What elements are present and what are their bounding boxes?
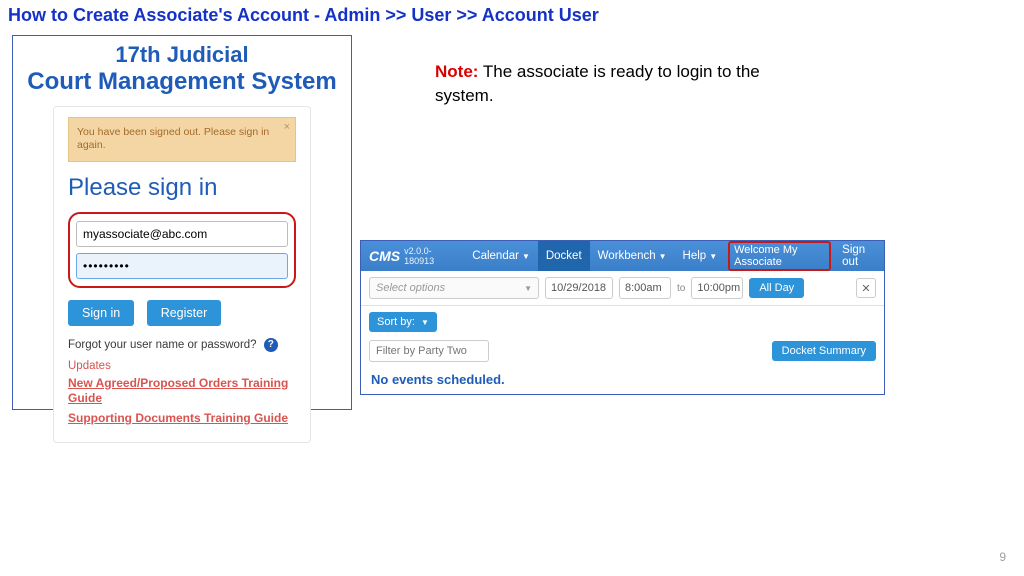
page-title: How to Create Associate's Account - Admi… [8, 5, 599, 26]
no-events-text: No events scheduled. [361, 370, 884, 395]
signout-link[interactable]: Sign out [834, 241, 884, 271]
filter-summary-row: Docket Summary [361, 338, 884, 370]
sort-label: Sort by: [377, 316, 415, 328]
cms-brand: CMS [361, 248, 404, 264]
cms-version: v2.0.0-180913 [404, 246, 450, 266]
note-body: The associate is ready to login to the s… [435, 62, 760, 105]
brand-line2: Court Management System [13, 68, 351, 96]
nav-calendar-label: Calendar [472, 250, 519, 262]
note-block: Note: The associate is ready to login to… [435, 60, 795, 108]
welcome-highlight: Welcome My Associate [728, 241, 831, 271]
sort-row: Sort by: ▼ [361, 306, 884, 338]
forgot-text[interactable]: Forgot your user name or password? [68, 339, 257, 351]
forgot-row: Forgot your user name or password? ? [68, 338, 296, 352]
help-icon[interactable]: ? [264, 338, 278, 352]
nav-calendar[interactable]: Calendar ▼ [464, 241, 538, 271]
to-label: to [677, 283, 685, 294]
chevron-down-icon: ▼ [524, 284, 532, 293]
date-input[interactable]: 10/29/2018 [545, 277, 613, 299]
updates-label: Updates [68, 360, 296, 372]
sort-by-button[interactable]: Sort by: ▼ [369, 312, 437, 332]
guide-link-1[interactable]: New Agreed/Proposed Orders Training Guid… [68, 376, 296, 407]
email-field[interactable] [76, 221, 288, 247]
all-day-button[interactable]: All Day [749, 278, 804, 298]
nav-workbench[interactable]: Workbench ▼ [590, 241, 675, 271]
docket-summary-button[interactable]: Docket Summary [772, 341, 876, 361]
time-from-input[interactable]: 8:00am [619, 277, 671, 299]
password-field[interactable] [76, 253, 288, 279]
nav-help-label: Help [683, 250, 707, 262]
nav-docket[interactable]: Docket [538, 241, 590, 271]
close-icon[interactable]: × [284, 121, 290, 135]
signin-heading: Please sign in [68, 174, 296, 202]
cms-screenshot: CMS v2.0.0-180913 Calendar ▼ Docket Work… [360, 240, 885, 395]
select-options-dropdown[interactable]: Select options ▼ [369, 277, 539, 299]
filter-party-input[interactable] [369, 340, 489, 362]
nav-docket-label: Docket [546, 250, 582, 262]
nav-workbench-label: Workbench [598, 250, 656, 262]
alert-text: You have been signed out. Please sign in… [77, 126, 269, 151]
chevron-down-icon: ▼ [421, 318, 429, 327]
signin-button[interactable]: Sign in [68, 300, 134, 326]
login-card: You have been signed out. Please sign in… [53, 106, 311, 443]
brand-line1: 17th Judicial [13, 42, 351, 68]
nav-help[interactable]: Help ▼ [675, 241, 726, 271]
brand-block: 17th Judicial Court Management System [13, 36, 351, 96]
time-to-input[interactable]: 10:00pm [691, 277, 743, 299]
credential-highlight [68, 212, 296, 288]
signout-alert: You have been signed out. Please sign in… [68, 117, 296, 161]
guide-link-2[interactable]: Supporting Documents Training Guide [68, 411, 296, 427]
register-button[interactable]: Register [147, 300, 222, 326]
chevron-down-icon: ▼ [709, 252, 717, 261]
cms-navbar: CMS v2.0.0-180913 Calendar ▼ Docket Work… [361, 241, 884, 271]
chevron-down-icon: ▼ [659, 252, 667, 261]
select-placeholder: Select options [376, 282, 445, 294]
page-number: 9 [999, 550, 1006, 564]
login-screenshot: 17th Judicial Court Management System Yo… [12, 35, 352, 410]
filter-row: Select options ▼ 10/29/2018 8:00am to 10… [361, 271, 884, 306]
chevron-down-icon: ▼ [522, 252, 530, 261]
note-label: Note: [435, 62, 478, 81]
close-icon[interactable]: ✕ [856, 278, 876, 298]
